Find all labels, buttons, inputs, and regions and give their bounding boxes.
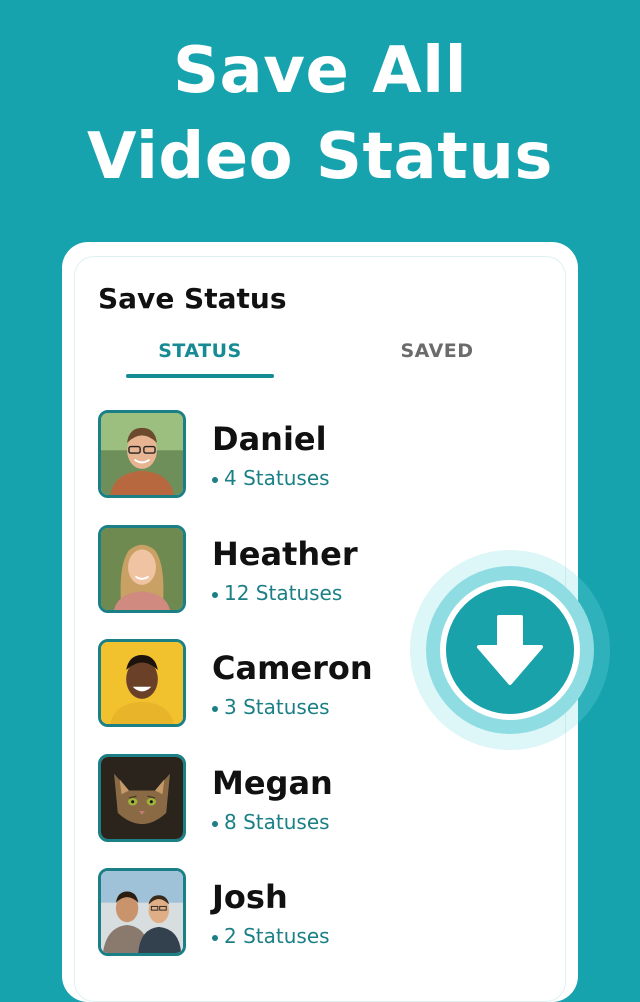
- download-arrow-icon: [477, 615, 543, 685]
- contact-name: Cameron: [212, 649, 373, 687]
- bullet-dot: [212, 934, 218, 941]
- contact-name: Josh: [212, 878, 288, 916]
- contact-row-josh[interactable]: Josh 2 Statuses: [98, 868, 518, 960]
- contact-name: Heather: [212, 535, 358, 573]
- bullet-dot: [212, 820, 218, 827]
- avatar-megan: [98, 754, 186, 842]
- contact-name: Megan: [212, 764, 333, 802]
- avatar-cameron: [98, 639, 186, 727]
- avatar-josh: [98, 868, 186, 956]
- status-count: 2 Statuses: [212, 924, 330, 948]
- bullet-dot: [212, 705, 218, 712]
- promo-headline: Save All Video Status: [0, 28, 640, 200]
- bullet-dot: [212, 476, 218, 483]
- contact-name: Daniel: [212, 420, 327, 458]
- status-count: 3 Statuses: [212, 695, 330, 719]
- active-tab-indicator: [126, 374, 274, 378]
- tab-saved[interactable]: SAVED: [362, 340, 512, 380]
- status-count: 4 Statuses: [212, 466, 330, 490]
- status-count: 8 Statuses: [212, 810, 330, 834]
- headline-line-2: Video Status: [87, 120, 553, 194]
- avatar-heather: [98, 525, 186, 613]
- tab-bar: STATUS SAVED: [62, 340, 512, 380]
- contact-row-megan[interactable]: Megan 8 Statuses: [98, 754, 518, 846]
- download-fab-container: [410, 550, 610, 750]
- download-button[interactable]: [440, 580, 580, 720]
- headline-line-1: Save All: [172, 34, 468, 108]
- bullet-dot: [212, 591, 218, 598]
- contact-row-daniel[interactable]: Daniel 4 Statuses: [98, 410, 518, 502]
- status-count: 12 Statuses: [212, 581, 342, 605]
- card-title: Save Status: [98, 282, 287, 315]
- avatar-daniel: [98, 410, 186, 498]
